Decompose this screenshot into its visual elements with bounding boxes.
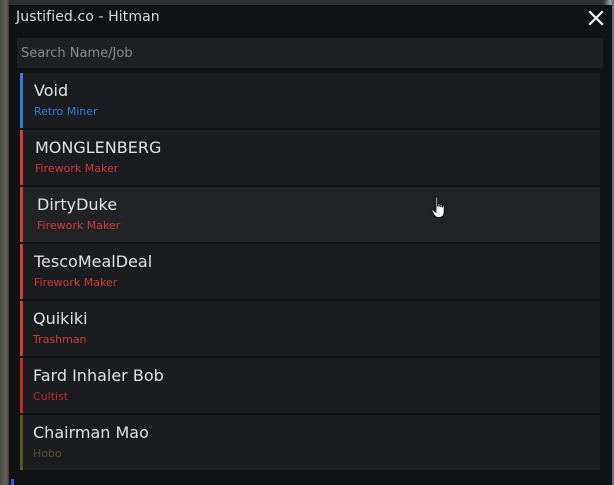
window-title: Justified.co - Hitman [16,9,160,25]
player-name: Quikiki [33,309,88,328]
list-item[interactable]: TescoMealDeal Firework Maker [20,244,600,299]
player-job: Retro Miner [34,105,98,118]
player-name: TescoMealDeal [34,252,153,271]
player-job: Firework Maker [35,162,119,175]
list-item[interactable]: DirtyDuke Firework Maker [20,187,600,242]
player-name: Fard Inhaler Bob [33,366,164,385]
player-name: Void [34,81,69,100]
list-item[interactable]: MONGLENBERG Firework Maker [20,130,600,185]
player-job: Hobo [33,447,62,460]
close-icon [588,10,604,26]
list-item[interactable]: Fard Inhaler Bob Cultist [20,358,600,413]
player-job: Firework Maker [34,276,118,289]
player-list: Void Retro Miner MONGLENBERG Firework Ma… [20,73,600,485]
player-job: Firework Maker [37,219,121,232]
list-item[interactable]: Chairman Mao Hobo [20,415,600,470]
close-button[interactable] [585,7,607,29]
next-item-accent [11,479,14,485]
hitman-window: Justified.co - Hitman Void Retro Miner M… [9,5,612,485]
list-item[interactable]: Void Retro Miner [20,73,600,128]
player-job: Trashman [33,333,87,346]
list-item[interactable]: Quikiki Trashman [20,301,600,356]
search-input[interactable] [17,38,603,68]
player-job: Cultist [33,390,69,403]
player-name: MONGLENBERG [35,138,162,157]
player-name: Chairman Mao [33,423,149,442]
player-name: DirtyDuke [37,195,118,214]
titlebar: Justified.co - Hitman [9,5,612,35]
